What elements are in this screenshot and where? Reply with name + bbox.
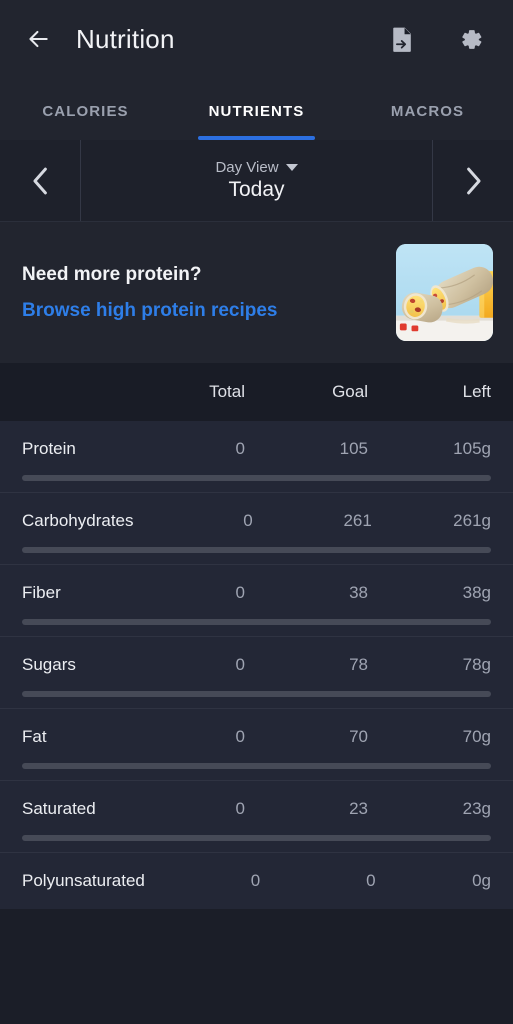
protein-promo-banner[interactable]: Need more protein? Browse high protein r… [0,222,513,363]
table-row[interactable]: Carbohydrates 0 261 261g [0,493,513,565]
table-header-row: Total Goal Left [0,363,513,421]
nutrient-total: 0 [235,439,245,458]
table-row[interactable]: Polyunsaturated 0 0 0g [0,853,513,909]
nutrient-total: 0 [243,511,253,530]
nutrient-goal: 70 [349,727,368,746]
tab-calories-label: CALORIES [42,103,129,120]
row-main: Polyunsaturated 0 0 0g [22,871,491,909]
nutrient-total: 0 [235,727,245,746]
tab-macros-label: MACROS [390,103,465,120]
progress-bar-wrap [22,747,491,780]
nutrient-total: 0 [235,583,245,602]
nutrient-name: Fat [22,727,47,746]
row-main: Fat 0 70 70g [22,727,491,747]
nutrient-goal: 0 [366,871,376,890]
header-left: Left [462,382,491,401]
nutrient-name: Sugars [22,655,76,674]
nutrient-goal: 105 [339,439,368,458]
nutrient-goal: 261 [343,511,372,530]
table-row[interactable]: Protein 0 105 105g [0,421,513,493]
row-main: Sugars 0 78 78g [22,655,491,675]
promo-text-group: Need more protein? Browse high protein r… [22,264,396,322]
progress-bar-track [22,619,491,625]
tab-calories[interactable]: CALORIES [0,103,171,140]
nutrient-name: Fiber [22,583,61,602]
nutrient-total: 0 [250,871,261,890]
date-navigation: Day View Today [0,140,513,222]
tab-macros[interactable]: MACROS [342,103,513,140]
nutrient-goal: 78 [349,655,368,674]
row-main: Protein 0 105 105g [22,439,491,459]
gear-icon [461,29,481,49]
tab-nutrients[interactable]: NUTRIENTS [171,103,342,140]
nutrient-name: Carbohydrates [22,511,134,530]
progress-bar-wrap [22,459,491,492]
arrow-left-icon [29,30,48,48]
settings-button[interactable] [449,18,491,60]
table-row[interactable]: Saturated 0 23 23g [0,781,513,853]
table-body: Protein 0 105 105g Carbohydrates 0 261 261g Fibe… [0,421,513,909]
nutrient-left: 105g [453,439,491,458]
nutrient-name: Protein [22,439,76,458]
nutrient-left: 38g [462,583,491,602]
nutrient-left: 261g [453,511,491,530]
chevron-left-icon [32,167,47,194]
app-bar: Nutrition [0,0,513,78]
back-button[interactable] [18,19,58,59]
progress-bar-track [22,835,491,841]
promo-link[interactable]: Browse high protein recipes [22,300,396,322]
tab-nutrients-label: NUTRIENTS [208,103,305,120]
current-date-label: Today [228,178,285,201]
nutrient-goal: 23 [349,799,368,818]
promo-title: Need more protein? [22,263,202,285]
breakfast-burrito-photo [396,244,493,341]
next-day-button[interactable] [433,140,513,221]
progress-bar-track [22,691,491,697]
table-row[interactable]: Fat 0 70 70g [0,709,513,781]
export-button[interactable] [381,18,423,60]
nutrient-left: 0g [472,871,491,890]
nutrient-name: Saturated [22,799,96,818]
day-view-row[interactable]: Day View [215,159,298,176]
progress-bar-wrap [22,675,491,708]
page-title: Nutrition [76,23,175,54]
date-view-selector[interactable]: Day View Today [80,140,433,221]
nutrients-table: Total Goal Left Protein 0 105 105g Carbohydr… [0,363,513,1024]
document-export-icon [392,27,411,52]
table-row[interactable]: Fiber 0 38 38g [0,565,513,637]
nutrient-left: 78g [462,655,491,674]
row-main: Saturated 0 23 23g [22,799,491,819]
nutrient-left: 23g [462,799,491,818]
promo-thumbnail[interactable] [396,244,493,341]
day-view-label: Day View [215,159,279,176]
chevron-right-icon [466,167,481,194]
row-main: Fiber 0 38 38g [22,583,491,603]
nutrient-total: 0 [235,655,245,674]
nutrient-left: 70g [462,727,491,746]
nutrient-total: 0 [235,799,245,818]
row-main: Carbohydrates 0 261 261g [22,511,491,531]
progress-bar-wrap [22,531,491,564]
progress-bar-wrap [22,819,491,852]
progress-bar-track [22,475,491,481]
table-row[interactable]: Sugars 0 78 78g [0,637,513,709]
tab-bar: CALORIES NUTRIENTS MACROS [0,78,513,140]
previous-day-button[interactable] [0,140,80,221]
nutrient-goal: 38 [349,583,368,602]
progress-bar-wrap [22,603,491,636]
progress-bar-track [22,547,491,553]
caret-down-icon [285,164,298,171]
header-total: Total [209,382,245,401]
header-goal: Goal [332,382,368,401]
progress-bar-track [22,763,491,769]
nutrient-name: Polyunsaturated [22,871,145,890]
nutrition-screen: Nutrition CALORIES NUTRIENTS MACROS Day … [0,0,513,1024]
